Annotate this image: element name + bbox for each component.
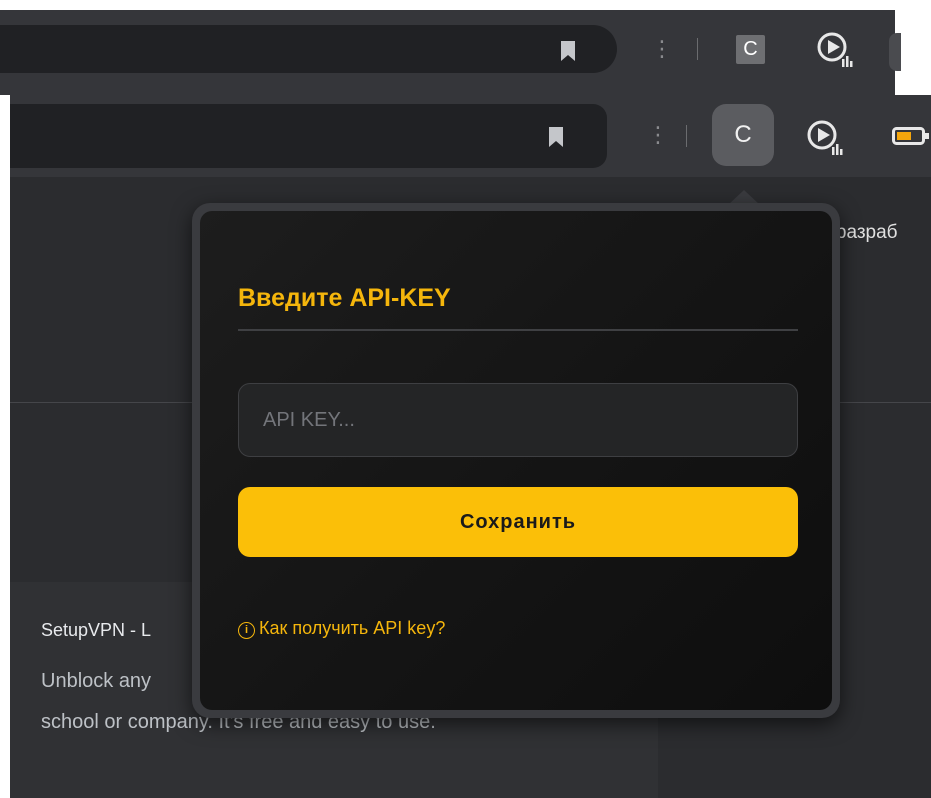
extension-card-description: Unblock any bbox=[41, 670, 152, 692]
browser-toolbar-back: ⋮ C bbox=[0, 10, 901, 95]
address-bar[interactable] bbox=[10, 104, 607, 168]
bookmark-icon[interactable] bbox=[547, 126, 565, 148]
info-icon: i bbox=[238, 622, 255, 639]
more-menu-icon[interactable]: ⋮ bbox=[651, 35, 673, 63]
toolbar-separator bbox=[697, 38, 698, 60]
address-bar-back[interactable] bbox=[0, 25, 617, 73]
battery-icon[interactable] bbox=[892, 127, 931, 145]
extension-c-icon[interactable]: C bbox=[736, 35, 765, 64]
api-key-input[interactable] bbox=[238, 383, 798, 457]
popup-body: Введите API-KEY Сохранить iКак получить … bbox=[200, 211, 832, 710]
more-menu-icon[interactable]: ⋮ bbox=[647, 121, 669, 149]
save-button[interactable]: Сохранить bbox=[238, 487, 798, 557]
media-play-icon[interactable] bbox=[815, 30, 859, 72]
toolbar-separator bbox=[686, 125, 687, 147]
bookmark-icon[interactable] bbox=[559, 40, 577, 62]
help-link[interactable]: i Как получить API key? bbox=[238, 618, 445, 639]
extension-card-title[interactable]: SetupVPN - L bbox=[41, 620, 151, 641]
browser-toolbar: ⋮ C bbox=[10, 95, 931, 177]
extension-c-icon: C bbox=[734, 121, 752, 148]
toolbar-edge-button bbox=[889, 33, 901, 71]
popup-title: Введите API-KEY bbox=[238, 284, 451, 312]
extension-c-button[interactable]: C bbox=[712, 104, 774, 166]
title-divider bbox=[238, 329, 798, 331]
extension-popup: Введите API-KEY Сохранить iКак получить … bbox=[192, 203, 840, 718]
media-play-icon[interactable] bbox=[805, 118, 849, 160]
help-link-label: Как получить API key? bbox=[259, 618, 446, 638]
